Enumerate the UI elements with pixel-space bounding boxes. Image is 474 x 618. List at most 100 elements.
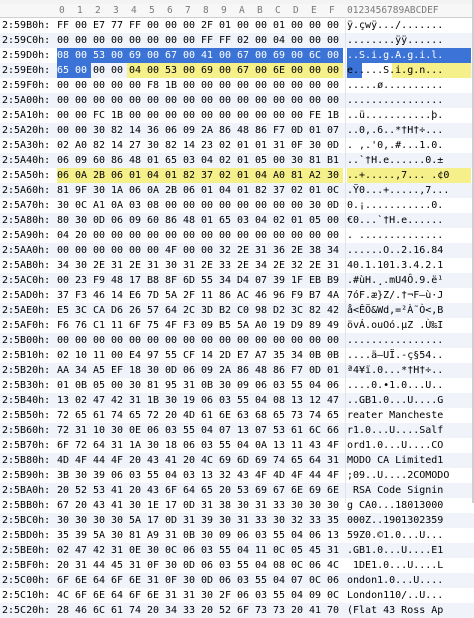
hex-byte[interactable]: 30	[75, 213, 87, 228]
hex-byte[interactable]: 06	[309, 558, 321, 573]
ascii-text[interactable]: .Ÿ0...+.....‚7...	[347, 183, 471, 198]
hex-byte[interactable]: 00	[237, 18, 249, 33]
hex-byte[interactable]: 4A	[327, 288, 339, 303]
hex-row[interactable]: 2:5B40h: 13 02 47 42 31 1B 30 19 06 03 55 04 08 13 12 47…	[0, 393, 474, 408]
hex-byte[interactable]: 00	[219, 198, 231, 213]
hex-byte[interactable]: 00	[165, 333, 177, 348]
hex-byte[interactable]: 69	[309, 483, 321, 498]
hex-byte[interactable]: 04	[219, 183, 231, 198]
ascii-text[interactable]: ..0‚.6..*†H†÷...	[347, 123, 471, 138]
hex-byte[interactable]: 10	[93, 423, 105, 438]
hex-row[interactable]: 2:5C20h: 28 46 6C 61 74 20 34 33 20 52 6F 73 73 20 41 70…	[0, 603, 474, 618]
hex-byte[interactable]: 00	[327, 228, 339, 243]
hex-byte[interactable]: 00	[111, 48, 123, 63]
hex-byte[interactable]: 30	[201, 588, 213, 603]
hex-byte[interactable]: 1B	[327, 108, 339, 123]
hex-byte[interactable]: 6F	[111, 573, 123, 588]
hex-byte[interactable]: 0D	[165, 363, 177, 378]
hex-byte[interactable]: 42	[93, 543, 105, 558]
hex-byte[interactable]: 34	[291, 348, 303, 363]
hex-byte[interactable]: 06	[147, 423, 159, 438]
hex-byte[interactable]: 03	[237, 573, 249, 588]
hex-byte[interactable]: F3	[75, 288, 87, 303]
hex-byte[interactable]: 31	[75, 558, 87, 573]
hex-byte[interactable]: 00	[147, 228, 159, 243]
hex-byte[interactable]: 6F	[237, 603, 249, 618]
hex-byte[interactable]: 6E	[219, 408, 231, 423]
hex-byte[interactable]: 02	[57, 138, 69, 153]
hex-byte[interactable]: 00	[75, 108, 87, 123]
hex-row[interactable]: 2:5B20h: AA 34 A5 EF 18 30 0D 06 09 2A 86 48 86 F7 0D 01…	[0, 363, 474, 378]
hex-byte[interactable]: 06	[183, 438, 195, 453]
hex-bytes[interactable]: 81 9F 30 1A 06 0A 2B 06 01 04 01 82 37 02 01 0C	[57, 183, 343, 198]
hex-byte[interactable]: 23	[201, 138, 213, 153]
hex-byte[interactable]: CA	[93, 303, 105, 318]
hex-byte[interactable]: 96	[273, 288, 285, 303]
hex-byte[interactable]: 0D	[183, 558, 195, 573]
hex-byte[interactable]: 69	[129, 48, 141, 63]
hex-byte[interactable]: 4F	[111, 453, 123, 468]
hex-byte[interactable]: 4F	[165, 318, 177, 333]
hex-byte[interactable]: 00	[255, 228, 267, 243]
hex-byte[interactable]: B5	[219, 318, 231, 333]
hex-byte[interactable]: 4F	[327, 438, 339, 453]
hex-byte[interactable]: 00	[111, 93, 123, 108]
hex-byte[interactable]: 0D	[291, 123, 303, 138]
hex-byte[interactable]: 30	[237, 498, 249, 513]
hex-byte[interactable]: 00	[309, 63, 321, 78]
ascii-text[interactable]: RSA Code Signin	[347, 483, 471, 498]
hex-byte[interactable]: 00	[147, 243, 159, 258]
hex-byte[interactable]: 03	[183, 153, 195, 168]
hex-byte[interactable]: 43	[237, 468, 249, 483]
hex-byte[interactable]: 00	[147, 63, 159, 78]
hex-byte[interactable]: 04	[255, 213, 267, 228]
hex-byte[interactable]: 00	[93, 78, 105, 93]
hex-byte[interactable]: 74	[129, 603, 141, 618]
hex-byte[interactable]: 05	[255, 153, 267, 168]
hex-byte[interactable]: 65	[75, 408, 87, 423]
hex-byte[interactable]: 04	[291, 528, 303, 543]
hex-byte[interactable]: 00	[309, 333, 321, 348]
hex-byte[interactable]: 00	[327, 63, 339, 78]
hex-byte[interactable]: 09	[201, 318, 213, 333]
hex-byte[interactable]: 2D	[219, 348, 231, 363]
hex-byte[interactable]: E7	[237, 348, 249, 363]
hex-byte[interactable]: 06	[309, 528, 321, 543]
hex-byte[interactable]: 31	[183, 588, 195, 603]
hex-byte[interactable]: 30	[327, 168, 339, 183]
hex-byte[interactable]: 09	[309, 588, 321, 603]
hex-byte[interactable]: A5	[93, 363, 105, 378]
hex-byte[interactable]: 43	[147, 453, 159, 468]
hex-byte[interactable]: 65	[327, 408, 339, 423]
hex-byte[interactable]: 06	[111, 468, 123, 483]
hex-byte[interactable]: A2	[309, 168, 321, 183]
hex-byte[interactable]: 00	[57, 243, 69, 258]
hex-byte[interactable]: 03	[129, 468, 141, 483]
hex-byte[interactable]: 42	[111, 393, 123, 408]
hex-byte[interactable]: 64	[183, 483, 195, 498]
hex-byte[interactable]: 10	[75, 348, 87, 363]
hex-byte[interactable]: 00	[255, 18, 267, 33]
ascii-text[interactable]: 1DE1.0...U....L	[347, 558, 471, 573]
hex-byte[interactable]: 00	[147, 108, 159, 123]
hex-byte[interactable]: 0F	[147, 558, 159, 573]
hex-byte[interactable]: 00	[201, 108, 213, 123]
hex-byte[interactable]: 98	[255, 303, 267, 318]
hex-byte[interactable]: 30	[111, 513, 123, 528]
hex-byte[interactable]: 09	[237, 378, 249, 393]
hex-byte[interactable]: 55	[183, 423, 195, 438]
hex-row[interactable]: 2:5A20h: 00 00 30 82 14 36 06 09 2A 86 48 86 F7 0D 01 07…	[0, 123, 474, 138]
hex-byte[interactable]: 61	[201, 408, 213, 423]
hex-byte[interactable]: 0C	[327, 183, 339, 198]
hex-byte[interactable]: 01	[237, 153, 249, 168]
hex-byte[interactable]: 00	[291, 18, 303, 33]
ascii-text[interactable]: r1.0...U....Salf	[347, 423, 471, 438]
hex-row[interactable]: 2:5AB0h: 34 30 2E 31 2E 31 30 31 2E 33 2E 34 2E 32 2E 31…	[0, 258, 474, 273]
hex-byte[interactable]: 2E	[237, 243, 249, 258]
hex-byte[interactable]: 30	[111, 423, 123, 438]
hex-byte[interactable]: 32	[291, 258, 303, 273]
hex-byte[interactable]: 30	[57, 198, 69, 213]
hex-byte[interactable]: 00	[273, 333, 285, 348]
hex-byte[interactable]: 31	[111, 543, 123, 558]
hex-byte[interactable]: 2F	[201, 18, 213, 33]
